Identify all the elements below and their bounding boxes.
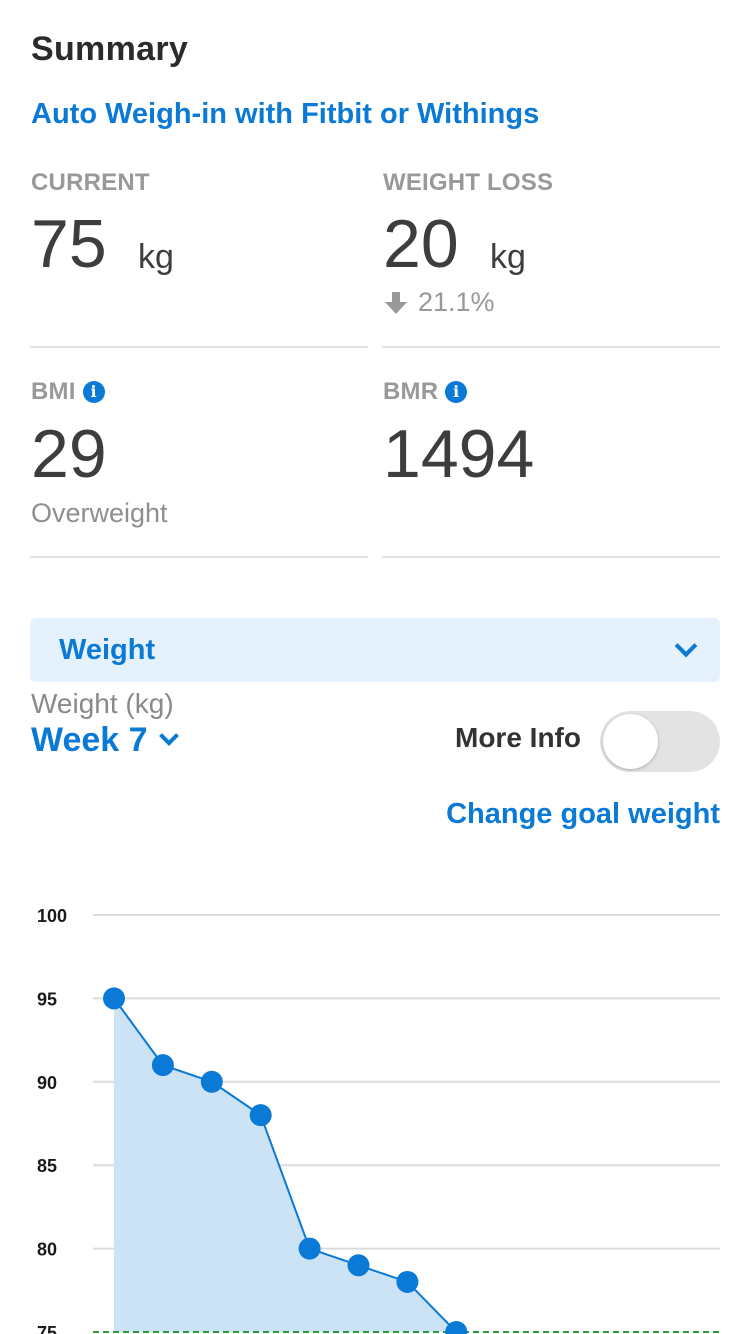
current-label: CURRENT (31, 169, 150, 196)
change-goal-weight-link[interactable]: Change goal weight (446, 798, 720, 831)
data-point (200, 1070, 223, 1093)
week-selector[interactable]: Week 7 (31, 721, 179, 760)
data-point (249, 1104, 272, 1127)
bmi-label: BMI i (31, 378, 105, 406)
weight-loss-percent: 21.1% (418, 287, 495, 317)
bmi-value: 29 (31, 416, 107, 492)
current-value: 75 (31, 206, 107, 282)
info-icon[interactable]: i (445, 381, 468, 403)
more-info-toggle[interactable] (600, 711, 720, 772)
bmi-label-text: BMI (31, 378, 76, 405)
more-info-label: More Info (455, 722, 581, 753)
y-tick-label: 90 (37, 1073, 57, 1093)
weight-loss-value: 20 (383, 206, 459, 282)
bmr-label: BMR i (383, 378, 468, 406)
chevron-down-icon (158, 725, 179, 746)
bmi-category: Overweight (31, 498, 168, 528)
data-point (347, 1254, 370, 1277)
y-tick-label: 75 (37, 1323, 57, 1334)
data-point (396, 1270, 419, 1293)
y-tick-label: 85 (37, 1156, 57, 1176)
y-tick-label: 80 (37, 1240, 57, 1260)
chevron-down-icon (674, 634, 698, 658)
bmr-value: 1494 (383, 416, 535, 492)
current-unit: kg (138, 238, 174, 276)
data-point (103, 987, 125, 1010)
divider (382, 556, 720, 558)
y-tick-label: 95 (37, 989, 57, 1009)
bmr-label-text: BMR (383, 378, 439, 405)
weight-loss-unit: kg (490, 238, 526, 276)
metric-dropdown-label: Weight (59, 634, 156, 666)
y-tick-label: 100 (37, 906, 67, 926)
divider (30, 556, 368, 558)
info-icon[interactable]: i (82, 381, 105, 403)
chart-unit-label: Weight (kg) (31, 688, 174, 719)
week-selector-label: Week 7 (31, 721, 148, 759)
metric-dropdown[interactable]: Weight (30, 618, 720, 682)
data-point (298, 1237, 321, 1260)
page-title: Summary (31, 30, 189, 68)
weight-loss-change: 21.1% (382, 287, 495, 318)
divider (382, 346, 720, 348)
data-point (151, 1054, 174, 1077)
divider (30, 346, 368, 348)
weight-loss-label: WEIGHT LOSS (383, 169, 554, 196)
auto-weigh-in-link[interactable]: Auto Weigh-in with Fitbit or Withings (31, 98, 539, 131)
toggle-knob (603, 714, 658, 769)
weight-chart: 100 95 90 85 80 75 (37, 906, 720, 1334)
arrow-down-icon (385, 291, 407, 314)
